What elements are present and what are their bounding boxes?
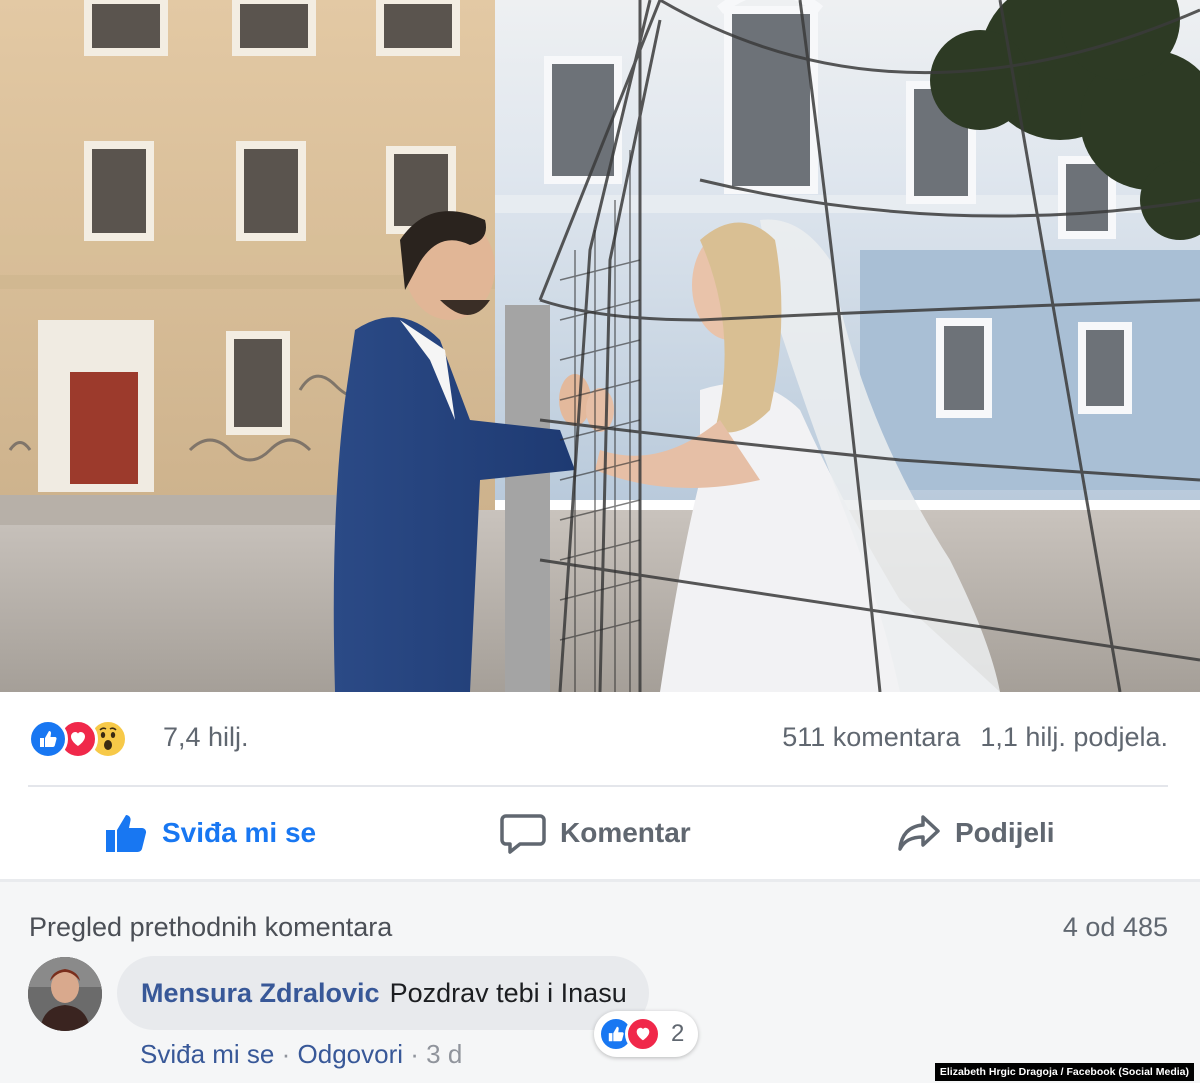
comment-reactions[interactable]: 2 xyxy=(594,1011,699,1057)
comment-meta: Sviđa mi se · Odgovori · 3 d xyxy=(140,1039,462,1070)
comment-timestamp[interactable]: 3 d xyxy=(426,1039,462,1069)
divider xyxy=(28,785,1168,787)
comment-text: Pozdrav tebi i Inasu xyxy=(389,977,627,1008)
view-previous-comments-link[interactable]: Pregled prethodnih komentara xyxy=(29,912,392,943)
comment-reaction-count: 2 xyxy=(671,1020,685,1047)
love-icon xyxy=(625,1016,661,1052)
comment-author[interactable]: Mensura Zdralovic xyxy=(141,978,380,1009)
thumbs-up-icon xyxy=(106,815,147,852)
separator: · xyxy=(281,1039,298,1069)
comment-bubble: Mensura Zdralovic Pozdrav tebi i Inasu xyxy=(117,956,649,1030)
post-photo[interactable] xyxy=(0,0,1200,692)
comments-pagination-count: 4 od 485 xyxy=(1062,912,1168,942)
separator: · xyxy=(410,1039,427,1069)
wedding-photo-illustration xyxy=(0,0,1200,692)
reactions-summary[interactable] xyxy=(28,716,128,762)
share-label: Podijeli xyxy=(955,817,1055,848)
reactions-count[interactable]: 7,4 hilj. xyxy=(163,722,249,753)
comment-reply-link[interactable]: Odgovori xyxy=(298,1039,404,1069)
comments-count[interactable]: 511 komentara xyxy=(782,722,960,753)
like-icon xyxy=(28,719,68,759)
comment-bubble-icon xyxy=(500,814,546,854)
shares-count[interactable]: 1,1 hilj. podjela. xyxy=(980,722,1168,753)
comment-button[interactable]: Komentar xyxy=(500,788,691,878)
photo-credit: Elizabeth Hrgic Dragoja / Facebook (Soci… xyxy=(934,1063,1194,1081)
like-button[interactable]: Sviđa mi se xyxy=(104,788,316,878)
avatar[interactable] xyxy=(28,957,102,1031)
post-actions: Sviđa mi se Komentar Podijeli xyxy=(0,788,1200,878)
comment-label: Komentar xyxy=(560,817,691,848)
share-button[interactable]: Podijeli xyxy=(897,788,1055,878)
comment-like-link[interactable]: Sviđa mi se xyxy=(140,1039,274,1069)
like-label: Sviđa mi se xyxy=(162,817,317,848)
post-stats: 511 komentara 1,1 hilj. podjela. xyxy=(782,722,1168,753)
share-arrow-icon xyxy=(898,815,940,851)
